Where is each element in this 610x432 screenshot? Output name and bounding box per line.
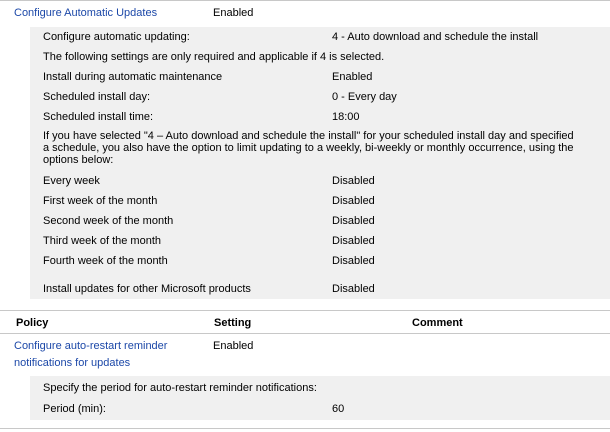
setting-label: Second week of the month: [43, 215, 174, 227]
setting-value: 4 - Auto download and schedule the insta…: [332, 31, 539, 43]
setting-value: Disabled: [332, 195, 375, 207]
setting-value: 18:00: [332, 111, 360, 123]
setting-label: Install during automatic maintenance: [43, 71, 223, 83]
setting-label: Scheduled install day:: [43, 91, 151, 103]
policy-state: Enabled: [213, 340, 254, 352]
setting-label: Install updates for other Microsoft prod…: [43, 283, 251, 295]
setting-value: Disabled: [332, 175, 375, 187]
column-header-comment[interactable]: Comment: [412, 317, 463, 329]
setting-label: First week of the month: [43, 195, 158, 207]
policy-link-auto-restart-reminder[interactable]: Configure auto-restart reminder: [14, 340, 167, 352]
setting-label: Every week: [43, 175, 100, 187]
header-divider: [0, 333, 610, 334]
setting-value: Disabled: [332, 283, 375, 295]
setting-value: Disabled: [332, 215, 375, 227]
row-divider: [0, 428, 610, 429]
column-header-policy[interactable]: Policy: [16, 317, 48, 329]
setting-label: Configure automatic updating:: [43, 31, 190, 43]
setting-label: Fourth week of the month: [43, 255, 168, 267]
setting-note: The following settings are only required…: [43, 51, 385, 63]
setting-value: 0 - Every day: [332, 91, 397, 103]
schedule-paragraph: If you have selected "4 – Auto download …: [43, 130, 574, 166]
policy-state: Enabled: [213, 7, 254, 19]
setting-value: Disabled: [332, 255, 375, 267]
policy-link-auto-restart-reminder-line2[interactable]: notifications for updates: [14, 357, 130, 369]
setting-label: Third week of the month: [43, 235, 162, 247]
setting-value: Enabled: [332, 71, 373, 83]
setting-label: Scheduled install time:: [43, 111, 154, 123]
setting-description: Specify the period for auto-restart remi…: [43, 382, 317, 394]
setting-value: Disabled: [332, 235, 375, 247]
column-header-setting[interactable]: Setting: [214, 317, 251, 329]
setting-label: Period (min):: [43, 403, 106, 415]
header-divider: [0, 310, 610, 311]
setting-value: 60: [332, 403, 345, 415]
policy-link-configure-automatic-updates[interactable]: Configure Automatic Updates: [14, 7, 157, 19]
